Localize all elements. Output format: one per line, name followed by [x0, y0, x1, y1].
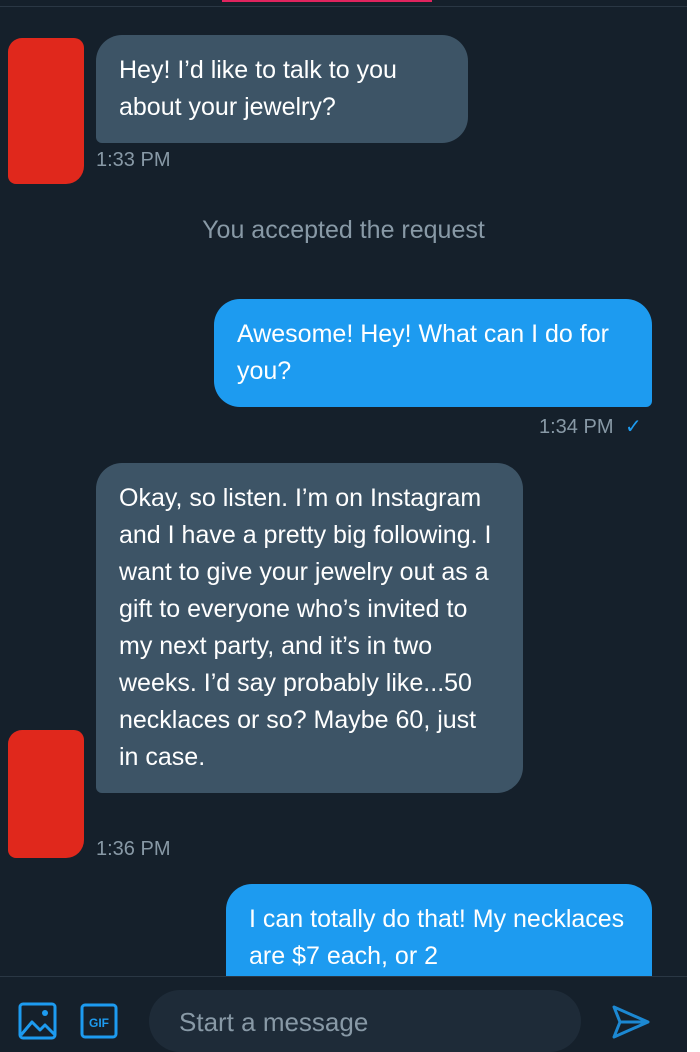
send-icon[interactable] — [611, 1003, 651, 1046]
avatar[interactable] — [8, 730, 84, 858]
svg-text:GIF: GIF — [89, 1016, 109, 1030]
message-input-placeholder: Start a message — [179, 1007, 369, 1037]
message-bubble-incoming[interactable]: Hey! I’d like to talk to you about your … — [96, 35, 468, 143]
message-bubble-outgoing[interactable]: Awesome! Hey! What can I do for you? — [214, 299, 652, 407]
message-timestamp: 1:36 PM — [96, 838, 171, 860]
gif-icon[interactable]: GIF — [80, 1003, 118, 1044]
message-timestamp: 1:34 PM — [539, 416, 614, 438]
read-check-icon: ✓ — [625, 416, 642, 438]
dm-conversation-screen: Hey! I’d like to talk to you about your … — [0, 0, 687, 1052]
system-notice: You accepted the request — [202, 216, 485, 244]
message-bubble-incoming[interactable]: Okay, so listen. I’m on Instagram and I … — [96, 463, 523, 793]
message-timestamp: 1:33 PM — [96, 149, 171, 171]
message-timestamp-read: 1:34 PM ✓ — [539, 414, 642, 439]
image-icon[interactable] — [18, 1002, 58, 1045]
avatar[interactable] — [8, 38, 84, 184]
header-divider — [0, 0, 687, 7]
message-input[interactable]: Start a message — [149, 990, 581, 1052]
